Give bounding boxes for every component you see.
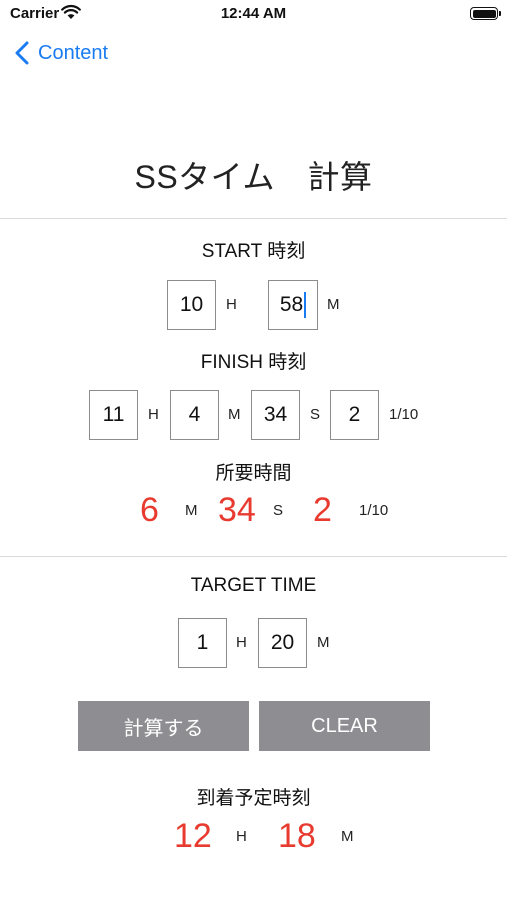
target-minute-field[interactable]: 20: [258, 618, 307, 668]
target-hour-unit: H: [236, 634, 247, 651]
finish-second-unit: S: [310, 406, 321, 423]
arrival-label: 到着予定時刻: [196, 788, 311, 809]
elapsed-tenth-unit: 1/10: [359, 502, 389, 519]
target-hour-field[interactable]: 1: [178, 618, 227, 668]
arrival-minute-unit: M: [341, 828, 354, 845]
finish-tenth-unit: 1/10: [389, 406, 419, 423]
back-button[interactable]: Content: [14, 38, 108, 68]
elapsed-second-value: 34: [218, 491, 256, 529]
clear-button[interactable]: CLEAR: [259, 701, 430, 751]
elapsed-tenth-value: 2: [313, 491, 332, 529]
divider: [0, 556, 507, 557]
finish-second-field[interactable]: 34: [251, 390, 300, 440]
finish-hour-unit: H: [148, 406, 159, 423]
battery-icon: [470, 7, 501, 20]
arrival-hour-unit: H: [236, 828, 247, 845]
divider: [0, 218, 507, 219]
start-minute-unit: M: [327, 296, 340, 313]
start-label: START 時刻: [201, 241, 306, 262]
elapsed-second-unit: S: [273, 502, 284, 519]
arrival-hour-value: 12: [174, 817, 212, 855]
start-hour-field[interactable]: 10: [167, 280, 216, 330]
finish-tenth-field[interactable]: 2: [330, 390, 379, 440]
calculate-button[interactable]: 計算する: [78, 701, 249, 751]
elapsed-label: 所要時間: [215, 463, 292, 484]
elapsed-minute-value: 6: [140, 491, 159, 529]
status-bar: Carrier 12:44 AM: [0, 0, 507, 28]
finish-hour-field[interactable]: 11: [89, 390, 138, 440]
start-minute-field[interactable]: 58: [268, 280, 318, 330]
elapsed-minute-unit: M: [185, 502, 198, 519]
status-time: 12:44 AM: [220, 5, 287, 22]
start-hour-unit: H: [226, 296, 237, 313]
back-label: Content: [38, 41, 109, 64]
text-cursor: [304, 292, 307, 318]
page-title: SSタイム 計算: [134, 159, 373, 195]
target-minute-unit: M: [317, 634, 330, 651]
finish-label: FINISH 時刻: [200, 352, 307, 373]
finish-minute-unit: M: [228, 406, 241, 423]
finish-minute-field[interactable]: 4: [170, 390, 219, 440]
chevron-left-icon: [15, 41, 29, 65]
target-label: TARGET TIME: [190, 575, 317, 596]
arrival-minute-value: 18: [278, 817, 316, 855]
